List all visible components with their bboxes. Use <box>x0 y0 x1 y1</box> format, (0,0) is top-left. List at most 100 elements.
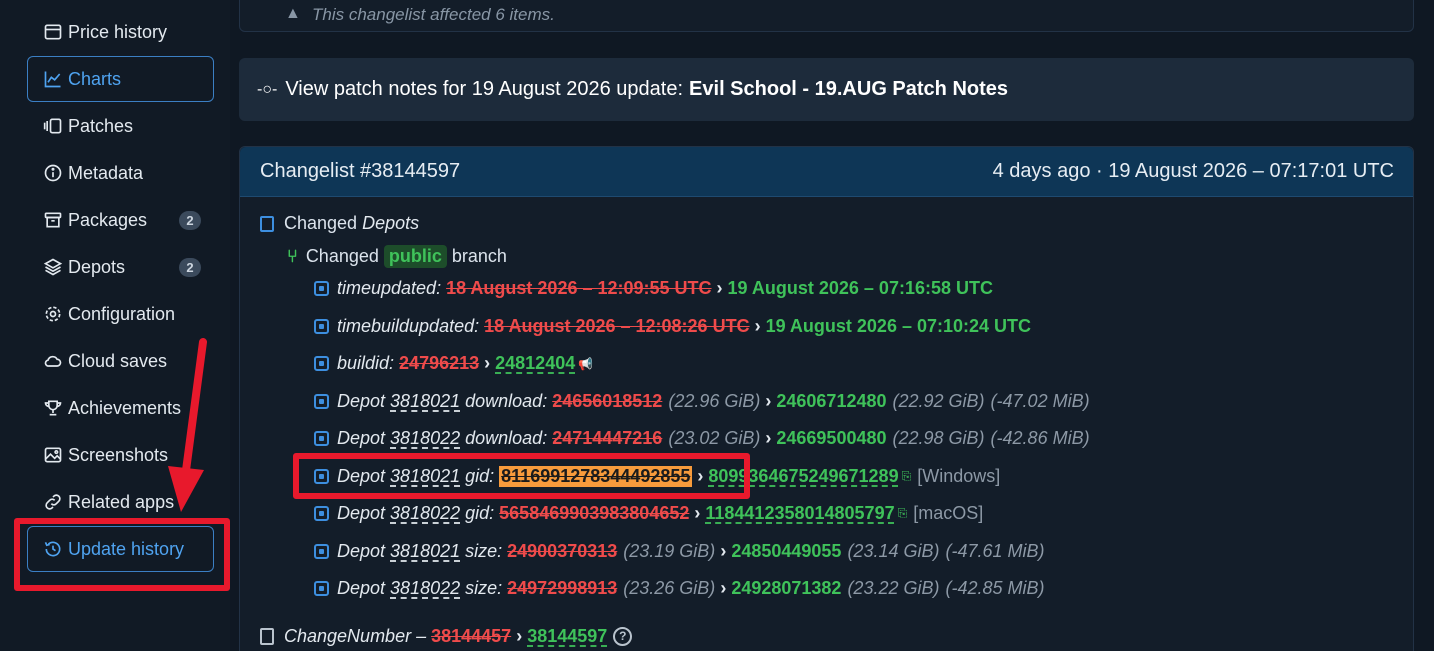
sidebar-item-label: Screenshots <box>68 444 169 465</box>
change-row-depot-size: Depot 3818021 size: 24900370313 (23.19 G… <box>314 541 1045 562</box>
sidebar-item-screenshots[interactable]: Screenshots <box>27 432 214 478</box>
old-size: (23.19 GiB) <box>623 541 716 561</box>
depot-prefix: Depot <box>337 428 386 448</box>
count-badge: 2 <box>179 211 201 230</box>
branch-row: ⑂ Changed public branch <box>287 245 507 268</box>
key-label: size: <box>465 541 503 561</box>
change-row-buildid: buildid: 24796213 › 24812404 📢 <box>314 353 593 374</box>
depot-prefix: Depot <box>337 391 386 411</box>
change-row-timebuildupdated: timebuildupdated: 18 August 2026 – 12:08… <box>314 316 1031 337</box>
sidebar-item-depots[interactable]: Depots 2 <box>27 244 214 290</box>
count-badge: 2 <box>179 258 201 277</box>
help-icon[interactable]: ? <box>613 627 633 646</box>
package-icon <box>42 209 64 231</box>
depot-id-link[interactable]: 3818021 <box>390 541 460 562</box>
sidebar-item-configuration[interactable]: Configuration <box>27 291 214 337</box>
new-value: 24928071382 <box>731 578 842 598</box>
new-size: (22.92 GiB) <box>892 391 985 411</box>
change-row-changenumber: ChangeNumber – 38144457 › 38144597 ? <box>260 626 633 647</box>
old-size: (23.02 GiB) <box>668 428 761 448</box>
patch-notes-title: Evil School - 19.AUG Patch Notes <box>689 78 1009 100</box>
new-value: 24606712480 <box>776 391 887 411</box>
link-icon <box>42 491 64 513</box>
depot-prefix: Depot <box>337 503 386 523</box>
image-icon <box>42 444 64 466</box>
change-icon <box>314 581 329 596</box>
arrow-separator: › <box>694 503 701 523</box>
change-row-depot-download: Depot 3818021 download: 24656018512 (22.… <box>314 391 1090 412</box>
key-label: buildid: <box>337 353 395 373</box>
key-label: timeupdated: <box>337 278 442 298</box>
sidebar-item-achievements[interactable]: Achievements <box>27 385 214 431</box>
old-value: 38144457 <box>431 626 512 646</box>
sidebar-item-charts[interactable]: Charts <box>27 56 214 102</box>
change-icon <box>314 544 329 559</box>
sidebar-item-label: Price history <box>68 21 168 42</box>
depot-id-link[interactable]: 3818022 <box>390 428 460 449</box>
annotation-box-gid <box>293 453 750 499</box>
old-value: 24656018512 <box>552 391 663 411</box>
platform-label: [Windows] <box>917 466 1001 486</box>
old-value: 18 August 2026 – 12:08:26 UTC <box>484 316 750 336</box>
change-icon <box>314 431 329 446</box>
new-size: (23.22 GiB) <box>847 578 940 598</box>
sidebar-item-label: Metadata <box>68 162 144 183</box>
depot-prefix: Depot <box>337 541 386 561</box>
patch-notes-prefix: View patch notes for 19 August 2026 upda… <box>285 78 684 100</box>
patch-notes-link[interactable]: -○- View patch notes for 19 August 2026 … <box>239 58 1414 121</box>
size-diff: (-42.85 MiB) <box>945 578 1045 598</box>
branch-icon: ⑂ <box>287 246 298 266</box>
new-value: 24669500480 <box>776 428 887 448</box>
sidebar-item-packages[interactable]: Packages 2 <box>27 197 214 243</box>
branch-tag: public <box>383 245 447 268</box>
sidebar-item-label: Charts <box>68 68 122 89</box>
key-label: download: <box>465 428 548 448</box>
layers-icon <box>42 256 64 278</box>
new-size: (23.14 GiB) <box>847 541 940 561</box>
sidebar-item-patches[interactable]: Patches <box>27 103 214 149</box>
warning-icon: ▲ <box>285 5 301 22</box>
new-value-link[interactable]: 1184412358014805797 <box>705 503 894 524</box>
commit-icon: -○- <box>257 80 278 98</box>
sidebar-item-label: Related apps <box>68 491 175 512</box>
new-value-link[interactable]: 38144597 <box>527 626 607 647</box>
arrow-separator: › <box>765 391 772 411</box>
sidebar-item-label: Depots <box>68 256 126 277</box>
branch-prefix: Changed <box>305 246 379 266</box>
old-value: 24900370313 <box>507 541 618 561</box>
manifest-icon[interactable]: ⎘ <box>898 506 908 521</box>
patches-icon <box>42 115 64 137</box>
arrow-separator: › <box>716 278 723 298</box>
change-icon <box>314 319 329 334</box>
chart-icon <box>42 68 64 90</box>
book-icon <box>260 215 274 232</box>
depot-id-link[interactable]: 3818022 <box>390 578 460 599</box>
changed-depots-row: Changed Depots <box>260 213 419 234</box>
key-label: gid: <box>465 503 495 523</box>
size-diff: (-42.86 MiB) <box>990 428 1090 448</box>
affected-items-message: This changelist affected 6 items. <box>312 5 555 24</box>
old-value: 24714447216 <box>552 428 663 448</box>
key-label: download: <box>465 391 548 411</box>
megaphone-icon[interactable]: 📢 <box>578 357 593 371</box>
change-row-timeupdated: timeupdated: 18 August 2026 – 12:09:55 U… <box>314 278 993 299</box>
change-icon <box>314 394 329 409</box>
new-value: 19 August 2026 – 07:10:24 UTC <box>765 316 1032 336</box>
arrow-separator: › <box>516 626 523 646</box>
branch-suffix: branch <box>451 246 507 266</box>
change-icon <box>314 506 329 521</box>
arrow-separator: › <box>754 316 761 336</box>
manifest-icon[interactable]: ⎘ <box>902 469 912 484</box>
sidebar-item-price-history[interactable]: Price history <box>27 9 214 55</box>
sidebar-item-label: Achievements <box>68 397 182 418</box>
depot-id-link[interactable]: 3818022 <box>390 503 460 524</box>
sidebar-item-cloud-saves[interactable]: Cloud saves <box>27 338 214 384</box>
sidebar-item-metadata[interactable]: Metadata <box>27 150 214 196</box>
platform-label: [macOS] <box>913 503 984 523</box>
depot-id-link[interactable]: 3818021 <box>390 391 460 412</box>
key-label: timebuildupdated: <box>337 316 480 336</box>
changelist-header: Changelist #38144597 4 days ago · 19 Aug… <box>240 147 1413 197</box>
new-value-link[interactable]: 24812404 <box>495 353 575 374</box>
changelist-title[interactable]: Changelist #38144597 <box>260 160 460 183</box>
depot-prefix: Depot <box>337 578 386 598</box>
